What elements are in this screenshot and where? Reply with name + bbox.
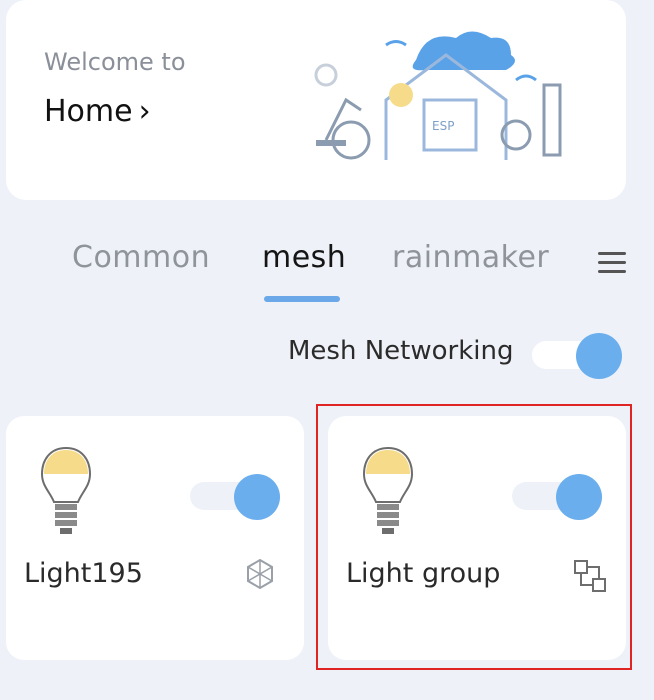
category-tabs: Common mesh rainmaker xyxy=(0,230,654,310)
tab-mesh[interactable]: mesh xyxy=(262,240,346,275)
device-name: Light195 xyxy=(24,558,143,589)
device-power-toggle[interactable] xyxy=(190,474,280,520)
home-link[interactable]: Home › xyxy=(44,94,151,129)
toggle-knob xyxy=(576,333,622,379)
device-card-light195[interactable]: Light195 xyxy=(6,416,304,660)
mesh-network-icon xyxy=(247,558,273,590)
smart-home-illustration: ESP xyxy=(314,31,562,160)
esp-chip-label: ESP xyxy=(432,119,454,133)
light-bulb-icon xyxy=(40,446,92,534)
active-tab-indicator xyxy=(264,296,340,302)
welcome-card: Welcome to Home › ESP xyxy=(6,0,626,200)
mesh-networking-toggle[interactable] xyxy=(532,333,622,379)
tab-common[interactable]: Common xyxy=(72,240,210,275)
welcome-subtitle: Welcome to xyxy=(44,48,186,76)
mesh-networking-label: Mesh Networking xyxy=(288,336,514,366)
tab-rainmaker[interactable]: rainmaker xyxy=(392,240,549,275)
hamburger-menu-icon[interactable] xyxy=(596,246,628,278)
highlight-box xyxy=(316,404,632,670)
chevron-right-icon: › xyxy=(138,94,151,129)
toggle-knob xyxy=(234,474,280,520)
mesh-networking-row: Mesh Networking xyxy=(0,328,654,379)
home-label: Home xyxy=(44,94,133,129)
